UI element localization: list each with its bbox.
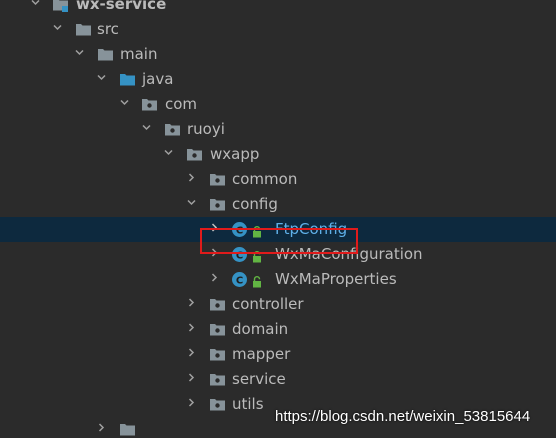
tree-item-src[interactable]: src [0, 17, 556, 42]
package-icon [209, 371, 226, 388]
lock-icon [252, 249, 262, 263]
source-root-folder-icon [119, 71, 136, 88]
chevron-right-icon[interactable] [187, 373, 196, 382]
tree-item-mapper[interactable]: mapper [0, 342, 556, 367]
tree-item-label: main [120, 45, 158, 63]
folder-icon [97, 46, 114, 63]
tree-item-label: src [97, 20, 119, 38]
class-icon: C [231, 246, 248, 263]
tree-item-domain[interactable]: domain [0, 317, 556, 342]
tree-item-ftpconfig[interactable]: C FtpConfig [0, 217, 556, 242]
package-icon [141, 96, 158, 113]
tree-item-label: domain [232, 320, 289, 338]
chevron-down-icon[interactable] [142, 123, 151, 132]
tree-item-label: WxMaProperties [275, 270, 397, 288]
chevron-right-icon[interactable] [210, 223, 219, 232]
chevron-down-icon[interactable] [31, 0, 40, 7]
tree-item-wxmaproperties[interactable]: C WxMaProperties [0, 267, 556, 292]
tree-item-config[interactable]: config [0, 192, 556, 217]
tree-item-label: common [232, 170, 298, 188]
chevron-down-icon[interactable] [53, 23, 62, 32]
tree-item-com[interactable]: com [0, 92, 556, 117]
folder-icon [119, 421, 136, 438]
tree-item-service[interactable]: service [0, 367, 556, 392]
tree-item-label: FtpConfig [275, 220, 348, 238]
project-tree: wx-service src main java com ruoyi wxapp… [0, 0, 556, 438]
lock-icon [252, 224, 262, 238]
tree-item-main[interactable]: main [0, 42, 556, 67]
chevron-right-icon[interactable] [187, 323, 196, 332]
package-icon [209, 321, 226, 338]
svg-text:C: C [236, 225, 243, 236]
tree-item-label: WxMaConfiguration [275, 245, 423, 263]
folder-icon [75, 21, 92, 38]
tree-item-label: mapper [232, 345, 291, 363]
tree-item-ruoyi[interactable]: ruoyi [0, 117, 556, 142]
package-icon [209, 346, 226, 363]
class-icon: C [231, 271, 248, 288]
chevron-down-icon[interactable] [75, 48, 84, 57]
chevron-right-icon[interactable] [210, 248, 219, 257]
tree-item-controller[interactable]: controller [0, 292, 556, 317]
chevron-down-icon[interactable] [187, 198, 196, 207]
tree-item-common[interactable]: common [0, 167, 556, 192]
module-folder-icon [52, 0, 69, 13]
lock-icon [252, 274, 262, 288]
tree-item-label: service [232, 370, 286, 388]
chevron-right-icon [97, 423, 106, 432]
tree-item-java[interactable]: java [0, 67, 556, 92]
package-icon [209, 171, 226, 188]
watermark-text: https://blog.csdn.net/weixin_53815644 [275, 408, 531, 425]
tree-item-label: config [232, 195, 278, 213]
chevron-right-icon[interactable] [210, 273, 219, 282]
chevron-right-icon[interactable] [187, 348, 196, 357]
chevron-right-icon[interactable] [187, 173, 196, 182]
chevron-down-icon[interactable] [120, 98, 129, 107]
tree-item-label: ruoyi [187, 120, 225, 138]
tree-item-label: controller [232, 295, 304, 313]
tree-item-wxapp[interactable]: wxapp [0, 142, 556, 167]
chevron-down-icon[interactable] [164, 148, 173, 157]
tree-item-wx-service[interactable]: wx-service [0, 0, 556, 17]
package-icon [186, 146, 203, 163]
tree-item-label: wxapp [210, 145, 260, 163]
svg-text:C: C [236, 250, 243, 261]
tree-item-label: wx-service [76, 0, 167, 13]
package-icon [209, 296, 226, 313]
chevron-right-icon[interactable] [187, 298, 196, 307]
chevron-down-icon[interactable] [97, 73, 106, 82]
svg-text:C: C [236, 275, 243, 286]
package-icon [209, 196, 226, 213]
tree-item-label: com [165, 95, 198, 113]
tree-item-label: utils [232, 395, 264, 413]
tree-item-wxmaconfiguration[interactable]: C WxMaConfiguration [0, 242, 556, 267]
tree-item-label: java [142, 70, 174, 88]
package-icon [164, 121, 181, 138]
chevron-right-icon[interactable] [187, 398, 196, 407]
class-icon: C [231, 221, 248, 238]
package-icon [209, 396, 226, 413]
